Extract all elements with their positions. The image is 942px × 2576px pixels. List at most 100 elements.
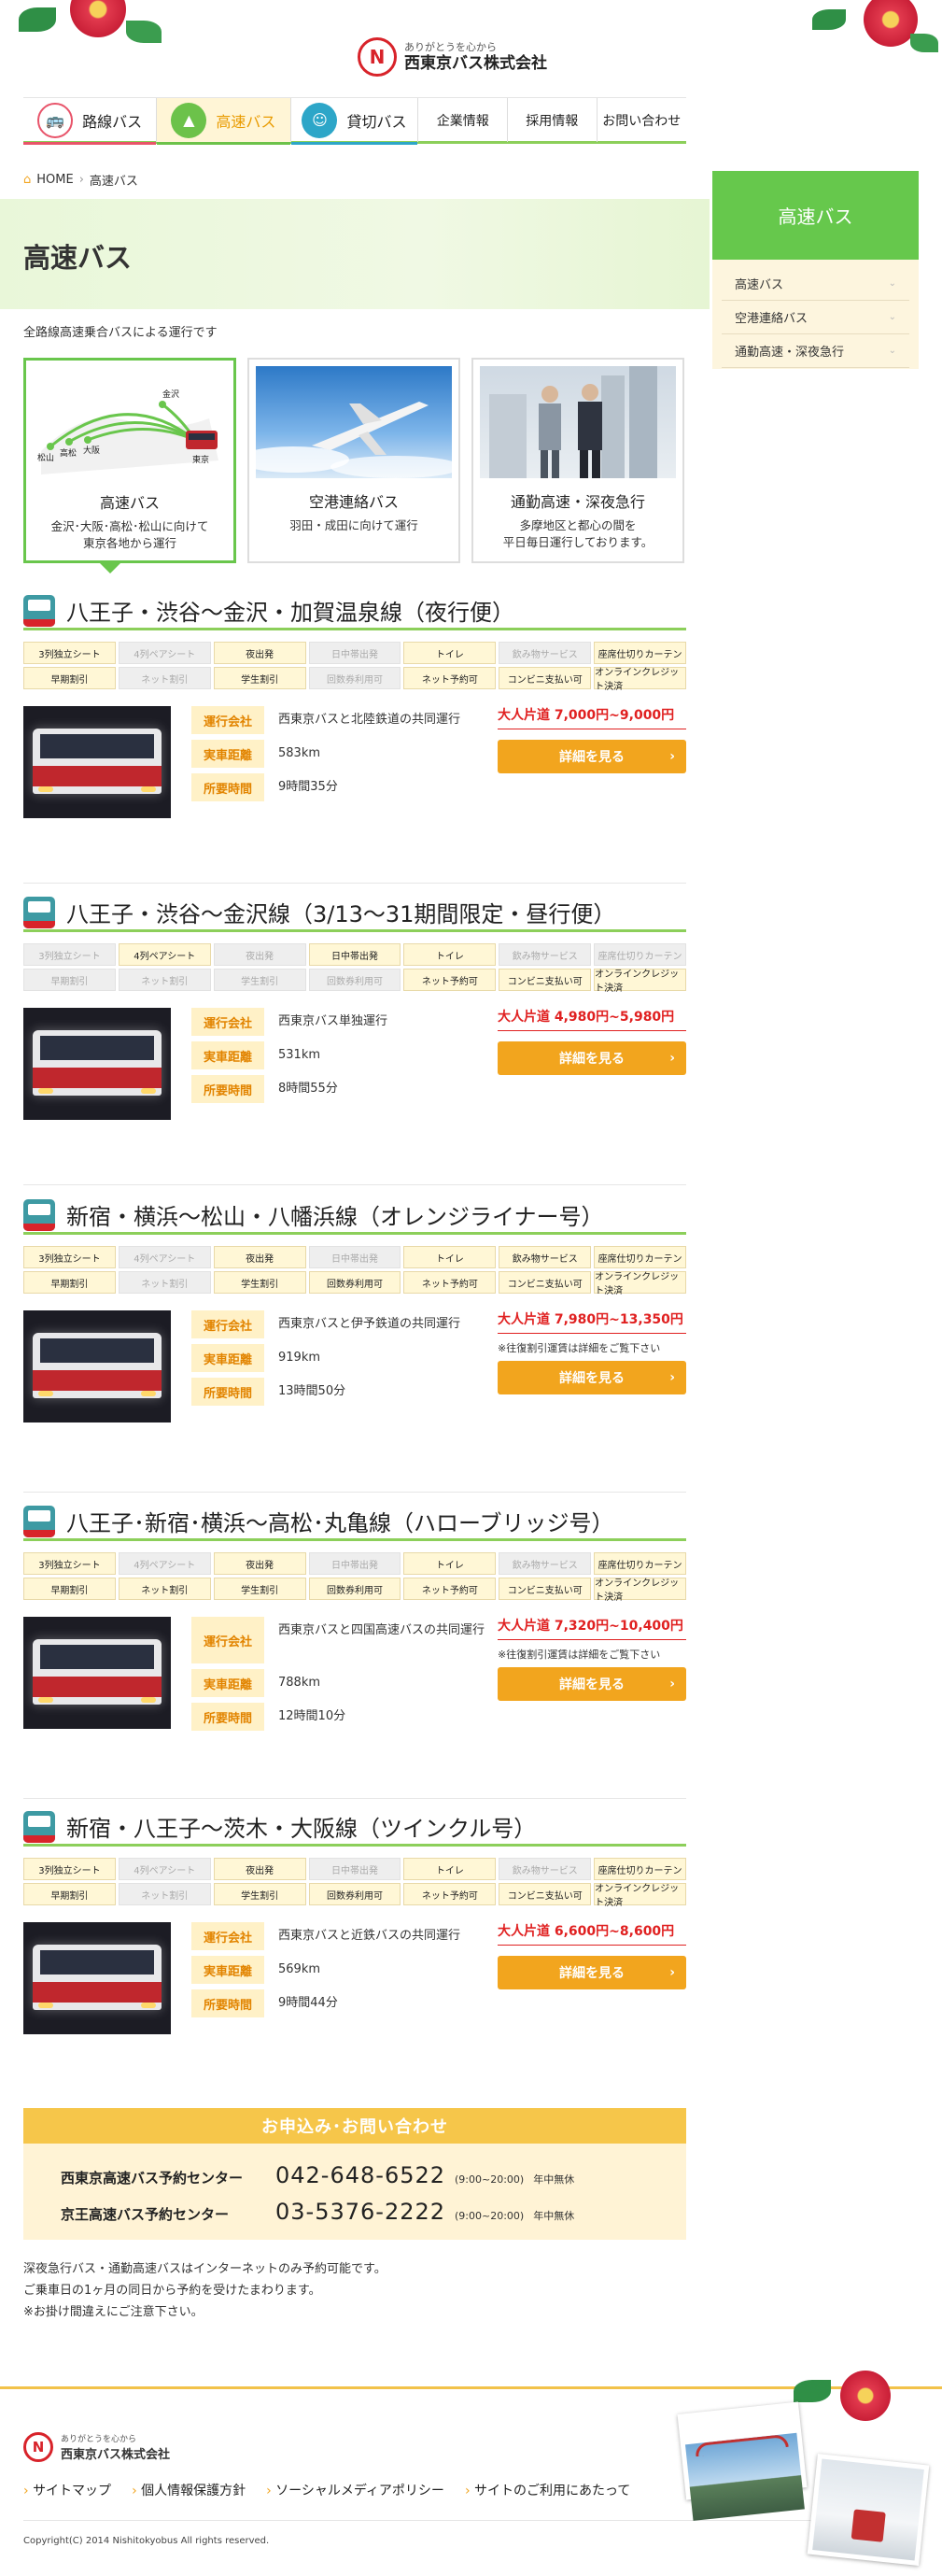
feature-badge: 座席仕切りカーテン bbox=[594, 1246, 686, 1268]
note-line: 深夜急行バス・通勤高速バスはインターネットのみ予約可能です。 bbox=[23, 2262, 387, 2276]
bus-photo bbox=[23, 1008, 171, 1120]
operator-value: 西東京バスと近鉄バスの共同運行 bbox=[278, 1929, 461, 1943]
feature-badge: 夜出発 bbox=[213, 1858, 306, 1880]
operator-label: 運行会社 bbox=[191, 1922, 264, 1950]
feature-badge: 4列ペアシート bbox=[118, 642, 211, 664]
chevron-down-icon: ⌄ bbox=[888, 346, 896, 356]
price-underline bbox=[498, 1333, 686, 1334]
breadcrumb-home[interactable]: HOME bbox=[36, 173, 73, 187]
category-desc: 多摩地区と都心の間を 平日毎日運行しております。 bbox=[502, 518, 654, 549]
feature-badge: オンラインクレジット決済 bbox=[594, 1271, 686, 1296]
bus-photo bbox=[23, 1922, 171, 2034]
category-card-commuter[interactable]: 通勤高速・深夜急行 多摩地区と都心の間を 平日毎日運行しております。 bbox=[471, 358, 684, 563]
feature-badge: 早期割引 bbox=[23, 1883, 116, 1905]
route-body: 運行会社 西東京バスと北陸鉄道の共同運行 実車距離 583km 所要時間 9時間35分 大人… bbox=[23, 706, 686, 828]
distance-value: 583km bbox=[278, 746, 321, 760]
detail-button[interactable]: 詳細を見る › bbox=[498, 1956, 686, 1989]
nav-label: 路線バス bbox=[82, 112, 143, 131]
distance-label: 実車距離 bbox=[191, 1956, 264, 1984]
category-card-highway[interactable]: 金沢 松山 高松 大阪 東京 高速バス 金沢･大阪･高松･松山に向けて 東京各地か… bbox=[23, 358, 236, 563]
operator-row: 運行会社 西東京バス単独運行 bbox=[191, 1008, 493, 1036]
feature-badge: 日中帯出発 bbox=[308, 1552, 401, 1575]
category-card-airport[interactable]: 空港連絡バス 羽田・成田に向けて運行 bbox=[247, 358, 460, 563]
side-item-commuter[interactable]: 通勤高速・深夜急行 ⌄ bbox=[722, 334, 909, 368]
feature-badge: トイレ bbox=[403, 1246, 497, 1268]
side-item-airport[interactable]: 空港連絡バス ⌄ bbox=[722, 301, 909, 334]
feature-badge: 4列ペアシート bbox=[118, 1858, 211, 1880]
feature-badge: 日中帯出発 bbox=[308, 642, 401, 664]
feature-badge: オンラインクレジット決済 bbox=[594, 667, 686, 692]
center-name: 京王高速バス予約センター bbox=[61, 2206, 230, 2223]
detail-button[interactable]: 詳細を見る › bbox=[498, 1041, 686, 1075]
nav-company[interactable]: 企業情報 bbox=[418, 98, 509, 142]
route-map-image: 金沢 松山 高松 大阪 東京 bbox=[32, 367, 228, 479]
route-block: 新宿・横浜～松山・八幡浜線（オレンジライナー号） 3列独立シート 4列ペアシート 夜出… bbox=[23, 1197, 686, 1432]
route-title: 八王子・渋谷～金沢・加賀温泉線（夜行便） bbox=[23, 593, 686, 630]
duration-label: 所要時間 bbox=[191, 1989, 264, 2017]
bus-icon bbox=[23, 594, 55, 627]
center-tel[interactable]: 03-5376-2222 bbox=[275, 2199, 445, 2225]
footer-links: サイトマップ 個人情報保護方針 ソーシャルメディアポリシー サイトのご利用にあた… bbox=[23, 2481, 630, 2499]
chevron-down-icon: ⌄ bbox=[888, 312, 896, 322]
detail-button[interactable]: 詳細を見る › bbox=[498, 1361, 686, 1394]
operator-label: 運行会社 bbox=[191, 1310, 264, 1338]
feature-badge: ネット割引 bbox=[118, 1883, 211, 1905]
map-label-matsuyama: 松山 bbox=[37, 452, 54, 463]
site-logo[interactable]: N ありがとうを心から 西東京バス株式会社 bbox=[358, 37, 547, 77]
feature-badge: オンラインクレジット決済 bbox=[594, 1883, 686, 1908]
nav-contact[interactable]: お問い合わせ bbox=[598, 98, 686, 142]
route-block: 八王子･新宿･横浜～高松･丸亀線（ハローブリッジ号） 3列独立シート 4列ペアシート… bbox=[23, 1504, 686, 1738]
feature-badge: 日中帯出発 bbox=[308, 1858, 401, 1880]
side-menu: 高速バス 高速バス ⌄ 空港連絡バス ⌄ 通勤高速・深夜急行 ⌄ bbox=[712, 171, 919, 369]
duration-value: 8時間55分 bbox=[278, 1082, 338, 1096]
nav-highway-bus[interactable]: ▲ 高速バス bbox=[157, 98, 291, 145]
feature-badge: 日中帯出発 bbox=[308, 1246, 401, 1268]
nav-label: 採用情報 bbox=[526, 113, 579, 129]
route-body: 運行会社 西東京バスと伊予鉄道の共同運行 実車距離 919km 所要時間 13時間50分 大… bbox=[23, 1310, 686, 1432]
distance-row: 実車距離 531km bbox=[191, 1041, 320, 1069]
operator-value: 西東京バスと北陸鉄道の共同運行 bbox=[278, 713, 461, 727]
duration-value: 9時間35分 bbox=[278, 780, 338, 794]
reservation-notes: 深夜急行バス・通勤高速バスはインターネットのみ予約可能です。 ご乗車日の1ヶ月の… bbox=[23, 2258, 387, 2323]
footer-logo[interactable]: N ありがとうを心から 西東京バス株式会社 bbox=[23, 2432, 170, 2462]
side-item-highway[interactable]: 高速バス ⌄ bbox=[722, 267, 909, 301]
duration-row: 所要時間 13時間50分 bbox=[191, 1378, 345, 1406]
feature-badge: 座席仕切りカーテン bbox=[594, 642, 686, 664]
bus-photo bbox=[23, 706, 171, 818]
category-desc: 羽田・成田に向けて運行 bbox=[289, 518, 418, 532]
center-tel[interactable]: 042-648-6522 bbox=[275, 2162, 445, 2188]
detail-button[interactable]: 詳細を見る › bbox=[498, 740, 686, 773]
feature-badge: 夜出発 bbox=[213, 943, 306, 966]
snow-bus-photo bbox=[807, 2454, 930, 2566]
footer-link-social[interactable]: ソーシャルメディアポリシー bbox=[266, 2481, 444, 2499]
operator-value: 西東京バスと四国高速バスの共同運行 bbox=[278, 1623, 485, 1637]
camellia-decoration bbox=[70, 0, 126, 37]
feature-badge: 3列独立シート bbox=[23, 943, 116, 966]
feature-badge: 飲み物サービス bbox=[499, 1552, 592, 1575]
route-body: 運行会社 西東京バスと近鉄バスの共同運行 実車距離 569km 所要時間 9時間44分 大人… bbox=[23, 1922, 686, 2044]
site-header: N ありがとうを心から 西東京バス株式会社 bbox=[0, 0, 942, 93]
feature-badge: コンビニ支払い可 bbox=[499, 969, 592, 991]
feature-badge: 4列ペアシート bbox=[118, 1552, 211, 1575]
footer-link-sitemap[interactable]: サイトマップ bbox=[23, 2481, 111, 2499]
nav-recruit[interactable]: 採用情報 bbox=[508, 98, 598, 142]
footer-link-terms[interactable]: サイトのご利用にあたって bbox=[465, 2481, 630, 2499]
operator-value: 西東京バスと伊予鉄道の共同運行 bbox=[278, 1317, 461, 1331]
center-closed: 年中無休 bbox=[533, 2210, 575, 2222]
duration-value: 12時間10分 bbox=[278, 1709, 346, 1723]
feature-badge: ネット予約可 bbox=[403, 969, 497, 991]
detail-button[interactable]: 詳細を見る › bbox=[498, 1667, 686, 1701]
nav-route-bus[interactable]: 🚌 路線バス bbox=[23, 98, 158, 145]
route-title: 新宿・横浜～松山・八幡浜線（オレンジライナー号） bbox=[23, 1197, 686, 1235]
nav-chartered-bus[interactable]: ☺ 貸切バス bbox=[290, 98, 419, 145]
feature-badge: ネット割引 bbox=[118, 969, 211, 991]
company-logo-mark: N bbox=[23, 2432, 53, 2462]
footer-link-privacy[interactable]: 個人情報保護方針 bbox=[132, 2481, 246, 2499]
feature-badge: 4列ペアシート bbox=[118, 943, 211, 966]
operator-label: 運行会社 bbox=[191, 1617, 264, 1663]
route-divider bbox=[23, 1798, 686, 1799]
feature-grid: 3列独立シート 4列ペアシート 夜出発 日中帯出発 トイレ 飲み物サービス 座席仕切りカーテ… bbox=[23, 1552, 686, 1603]
feature-badge: 回数券利用可 bbox=[308, 1578, 401, 1600]
feature-badge: トイレ bbox=[403, 1552, 497, 1575]
feature-badge: 回数券利用可 bbox=[308, 1883, 401, 1905]
